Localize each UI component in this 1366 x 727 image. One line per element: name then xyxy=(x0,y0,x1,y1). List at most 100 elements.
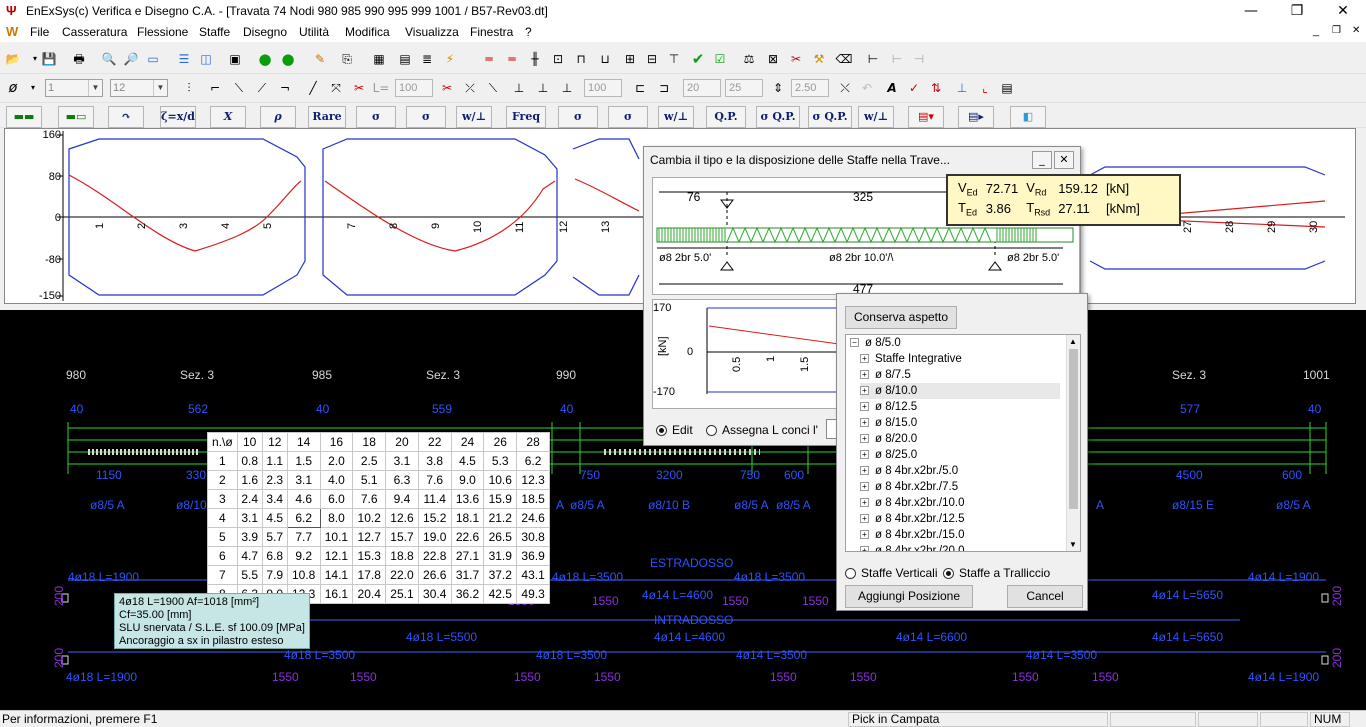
align-icon[interactable]: ⊥ xyxy=(510,80,528,96)
expand-icon[interactable]: + xyxy=(860,354,869,364)
menu-help[interactable]: ? xyxy=(525,25,532,39)
tree-item[interactable]: + ø 8/10.0 xyxy=(860,383,1060,399)
area-cell[interactable]: 5.7 xyxy=(261,527,288,547)
area-cell[interactable]: 4.6 xyxy=(286,489,321,509)
area-cell[interactable]: 18.1 xyxy=(450,508,485,528)
area-cell[interactable]: 6.0 xyxy=(319,489,354,509)
open-icon[interactable]: 📂 xyxy=(4,51,22,67)
maximize-button[interactable]: ❐ xyxy=(1274,0,1320,22)
scissors-icon[interactable]: ✂ xyxy=(350,80,368,96)
rebar-list-icon[interactable]: ⫶ xyxy=(180,80,198,96)
menu-modifica[interactable]: Modifica xyxy=(345,25,390,39)
tree-item[interactable]: + ø 8/15.0 xyxy=(860,415,917,431)
area-cell[interactable]: 4.7 xyxy=(236,546,263,566)
pencil-icon[interactable]: ✎ xyxy=(311,51,329,67)
rebar-2-icon[interactable]: ⊟ xyxy=(643,51,661,67)
area-cell[interactable]: 15.2 xyxy=(417,508,452,528)
expand-icon[interactable]: + xyxy=(860,514,869,524)
beam-view-button[interactable]: ▬▬ xyxy=(6,106,42,128)
mdi-restore-button[interactable]: ❐ xyxy=(1332,25,1341,36)
list-icon[interactable]: ≣ xyxy=(418,51,436,67)
menu-casseratura[interactable]: Casseratura xyxy=(62,25,127,39)
expand-icon[interactable]: + xyxy=(860,370,869,380)
section-view-button[interactable]: ◧ xyxy=(1010,106,1046,128)
area-cell[interactable]: 21.2 xyxy=(483,508,518,528)
conserva-aspetto-button[interactable]: Conserva aspetto xyxy=(845,306,957,329)
area-cell[interactable]: 16.1 xyxy=(319,584,354,604)
area-cell[interactable]: 15.9 xyxy=(483,489,518,509)
area-cell[interactable]: 12.1 xyxy=(319,546,354,566)
grid-icon[interactable]: ▦ xyxy=(370,51,388,67)
rebar-select-icon[interactable]: ⤬ xyxy=(836,80,854,96)
zoom-window-icon[interactable]: ▭ xyxy=(144,51,162,67)
split-bar-icon[interactable]: ⤧ xyxy=(327,80,345,96)
arc-button[interactable]: ↷ xyxy=(108,106,144,128)
bracket-right-icon[interactable]: ⊐ xyxy=(655,80,673,96)
freq-button[interactable]: Freq xyxy=(506,106,546,128)
export-button[interactable]: ▤▾ xyxy=(908,106,944,128)
sigma-c-freq-button[interactable]: σ Freq xyxy=(558,106,598,143)
area-cell[interactable]: 3.8 xyxy=(417,451,452,471)
qp-button[interactable]: Q.P. xyxy=(706,106,746,128)
tree-item[interactable]: + ø 8 4br.x2br./5.0 xyxy=(860,463,958,479)
area-cell[interactable]: 31.9 xyxy=(483,546,518,566)
lightning-icon[interactable]: ⚡ xyxy=(441,51,459,67)
crack-rare-button[interactable]: w/⊥ xyxy=(456,106,492,128)
text-icon[interactable]: A xyxy=(883,80,901,96)
area-cell[interactable]: 5.1 xyxy=(352,470,387,490)
assign-radio[interactable]: Assegna L conci l' xyxy=(706,423,818,437)
area-cell[interactable]: 22.6 xyxy=(450,527,485,547)
coord-icon[interactable]: ⌞ xyxy=(976,80,994,96)
beam-2-icon[interactable]: ═ xyxy=(503,51,521,67)
area-cell[interactable]: 2.3 xyxy=(261,470,288,490)
area-cell[interactable]: 2.5 xyxy=(352,451,387,471)
area-cell[interactable]: 5.5 xyxy=(236,565,263,585)
tree-item[interactable]: + ø 8 4br.x2br./12.5 xyxy=(860,511,965,527)
tool-icon[interactable]: ⚒ xyxy=(810,51,828,67)
area-cell[interactable]: 27.1 xyxy=(450,546,485,566)
area-cell[interactable]: 22.8 xyxy=(417,546,452,566)
area-cell[interactable]: 18.8 xyxy=(385,546,419,566)
area-cell[interactable]: 26.5 xyxy=(483,527,518,547)
save-icon[interactable]: 💾 xyxy=(40,51,58,67)
truss-stirrups-radio[interactable]: Staffe a Tralliccio xyxy=(943,566,1050,580)
area-cell[interactable]: 1.1 xyxy=(261,451,288,471)
area-cell[interactable]: 9.2 xyxy=(286,546,321,566)
scale-field[interactable]: 2.50 xyxy=(791,79,829,97)
area-cell[interactable]: 3.9 xyxy=(236,527,263,547)
area-cell[interactable]: 6.2 xyxy=(286,508,321,528)
length-field[interactable]: 100 xyxy=(395,79,433,97)
tree-item[interactable]: + Staffe Integrative xyxy=(860,351,962,367)
print-icon[interactable]: 🖶 xyxy=(70,51,88,67)
area-cell[interactable]: 18.5 xyxy=(516,489,550,509)
span-icon[interactable]: ⊓ xyxy=(572,51,590,67)
tree-item[interactable]: + ø 8 4br.x2br./10.0 xyxy=(860,495,965,511)
area-cell[interactable]: 30.8 xyxy=(516,527,550,547)
area-cell[interactable]: 36.9 xyxy=(516,546,550,566)
check-red-icon[interactable]: ✓ xyxy=(905,80,923,96)
print-preview-button[interactable]: ▤▸ xyxy=(958,106,994,128)
area-cell[interactable]: 15.3 xyxy=(352,546,387,566)
crack-qp-button[interactable]: w/⊥ xyxy=(858,106,894,128)
area-cell[interactable]: 24.6 xyxy=(516,508,550,528)
eraser-icon[interactable]: ⌫ xyxy=(835,51,853,67)
area-cell[interactable]: 3.1 xyxy=(286,470,321,490)
verify-icon[interactable]: ⚖ xyxy=(740,51,758,67)
area-cell[interactable]: 22.0 xyxy=(385,565,419,585)
green-circle-icon[interactable]: ● xyxy=(256,51,274,67)
area-cell[interactable]: 6.3 xyxy=(385,470,419,490)
area-cell[interactable]: 7.6 xyxy=(417,470,452,490)
area-cell[interactable]: 30.4 xyxy=(417,584,452,604)
area-cell[interactable]: 8.0 xyxy=(319,508,354,528)
area-cell[interactable]: 1.5 xyxy=(286,451,321,471)
area-cell[interactable]: 7.7 xyxy=(286,527,321,547)
expand-icon[interactable]: + xyxy=(860,386,869,396)
area-cell[interactable]: 10.2 xyxy=(352,508,387,528)
area-cell[interactable]: 43.1 xyxy=(516,565,550,585)
menu-finestra[interactable]: Finestra xyxy=(470,25,513,39)
dim-blue-icon[interactable]: ⊥ xyxy=(953,80,971,96)
expand-icon[interactable]: + xyxy=(860,434,869,444)
bend-2-icon[interactable]: ⟋ xyxy=(253,80,271,96)
menu-staffe[interactable]: Staffe xyxy=(199,25,230,39)
bracket-left-icon[interactable]: ⊏ xyxy=(631,80,649,96)
